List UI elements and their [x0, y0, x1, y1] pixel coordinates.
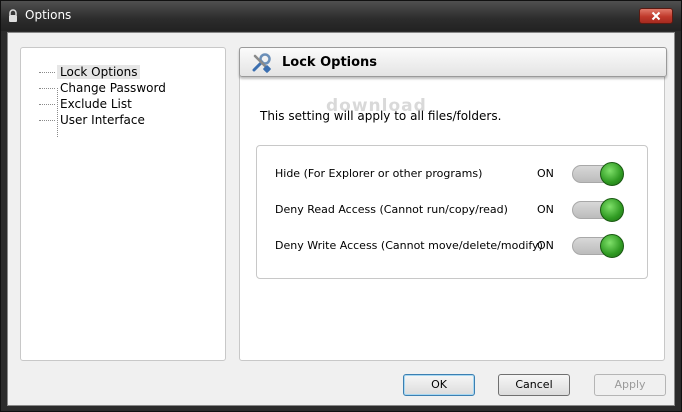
navigation-tree: Lock Options Change Password Exclude Lis…: [39, 64, 169, 137]
option-row-deny-read: Deny Read Access (Cannot run/copy/read) …: [257, 197, 647, 223]
close-button[interactable]: [639, 8, 673, 24]
apply-button[interactable]: Apply: [594, 374, 666, 396]
option-state: ON: [537, 239, 554, 252]
deny-read-toggle[interactable]: [572, 198, 624, 222]
cancel-button[interactable]: Cancel: [498, 374, 570, 396]
option-row-hide: Hide (For Explorer or other programs) ON: [257, 161, 647, 187]
option-state: ON: [537, 203, 554, 216]
option-row-deny-write: Deny Write Access (Cannot move/delete/mo…: [257, 233, 647, 259]
window-title: Options: [25, 8, 72, 22]
option-label: Deny Write Access (Cannot move/delete/mo…: [275, 239, 543, 252]
tree-item-label: User Interface: [60, 113, 145, 127]
info-text: This setting will apply to all files/fol…: [260, 109, 502, 123]
tree-item-lock-options[interactable]: Lock Options: [39, 64, 169, 80]
tree-item-user-interface[interactable]: User Interface: [39, 112, 169, 128]
tools-icon: [252, 53, 271, 73]
toggle-knob: [600, 234, 624, 258]
deny-write-toggle[interactable]: [572, 234, 624, 258]
settings-panel: Lock Options This setting will apply to …: [239, 47, 667, 361]
tree-item-label: Exclude List: [60, 97, 132, 111]
option-label: Hide (For Explorer or other programs): [275, 167, 483, 180]
navigation-tree-panel: Lock Options Change Password Exclude Lis…: [20, 47, 226, 361]
hide-toggle[interactable]: [572, 162, 624, 186]
panel-header: Lock Options: [239, 47, 667, 77]
tree-item-change-password[interactable]: Change Password: [39, 80, 169, 96]
panel-title: Lock Options: [282, 55, 378, 70]
close-icon: [651, 11, 661, 21]
lock-icon: [9, 9, 17, 22]
toggle-knob: [600, 198, 624, 222]
title-bar[interactable]: Options: [1, 1, 681, 31]
options-window: Options Lock Options Change Password Exc…: [0, 0, 682, 412]
toggle-knob: [600, 162, 624, 186]
options-group: Hide (For Explorer or other programs) ON…: [256, 145, 648, 279]
tree-item-label: Lock Options: [57, 65, 141, 79]
dialog-client-area: Lock Options Change Password Exclude Lis…: [7, 32, 675, 406]
tree-item-exclude-list[interactable]: Exclude List: [39, 96, 169, 112]
tree-item-label: Change Password: [60, 81, 166, 95]
ok-button[interactable]: OK: [403, 374, 475, 396]
option-state: ON: [537, 167, 554, 180]
option-label: Deny Read Access (Cannot run/copy/read): [275, 203, 508, 216]
